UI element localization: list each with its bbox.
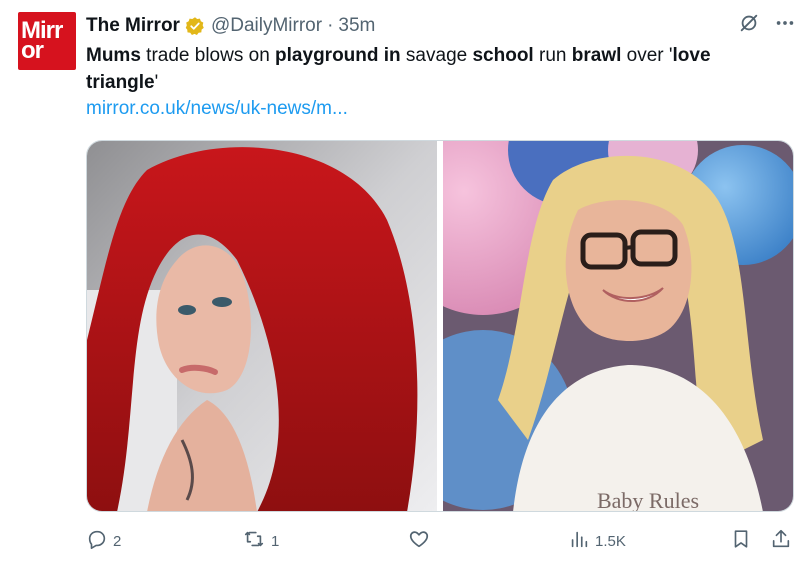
separator-dot: · (327, 15, 334, 36)
bookmark-button[interactable] (730, 528, 752, 554)
action-bar: 2 1 1.5K (86, 528, 794, 558)
photo-right[interactable]: Baby Rules (443, 141, 793, 511)
tweet-header: The Mirror @DailyMirror · 35m (86, 14, 375, 38)
like-button[interactable] (408, 528, 435, 554)
tweet[interactable]: Mirr or The Mirror @DailyMirror · 35m Mu… (0, 0, 810, 571)
tweet-text-segment: run (533, 45, 572, 66)
grok-icon[interactable] (738, 12, 760, 34)
reply-icon (86, 528, 108, 554)
tweet-text-segment: Mums (86, 45, 141, 66)
retweet-count: 1 (271, 532, 280, 550)
views-icon (568, 528, 590, 554)
account-handle[interactable]: @DailyMirror (211, 15, 322, 37)
account-name[interactable]: The Mirror (86, 15, 180, 37)
tweet-text-segment: trade blows on (140, 45, 276, 66)
tweet-media[interactable]: Baby Rules (86, 140, 794, 512)
tweet-text-segment: savage (400, 45, 473, 66)
reply-button[interactable]: 2 (86, 528, 121, 554)
tweet-text-segment: school (472, 45, 534, 66)
tweet-text: Mums trade blows on playground in savage… (86, 42, 786, 96)
share-button[interactable] (770, 528, 792, 554)
avatar-text-2: or (21, 37, 44, 64)
avatar[interactable]: Mirr or (18, 12, 76, 70)
timestamp[interactable]: 35m (338, 15, 375, 37)
tweet-text-segment: brawl (571, 45, 622, 66)
shirt-text: Baby Rules (597, 488, 699, 511)
tweet-link[interactable]: mirror.co.uk/news/uk-news/m... (86, 98, 348, 120)
share-icon (770, 528, 792, 554)
retweet-button[interactable]: 1 (242, 528, 279, 554)
like-icon (408, 528, 430, 554)
verified-badge-icon[interactable] (185, 16, 205, 36)
reply-count: 2 (113, 532, 122, 550)
retweet-icon (242, 528, 266, 554)
tweet-text-segment: over ' (621, 45, 673, 66)
tweet-text-segment: playground in (275, 45, 401, 66)
top-actions (738, 12, 796, 34)
views-count: 1.5K (595, 532, 626, 550)
more-icon[interactable] (774, 12, 796, 34)
photo-left[interactable] (87, 141, 437, 511)
tweet-text-segment: ' (154, 72, 159, 93)
bookmark-icon (730, 528, 752, 554)
views-button[interactable]: 1.5K (568, 528, 626, 554)
